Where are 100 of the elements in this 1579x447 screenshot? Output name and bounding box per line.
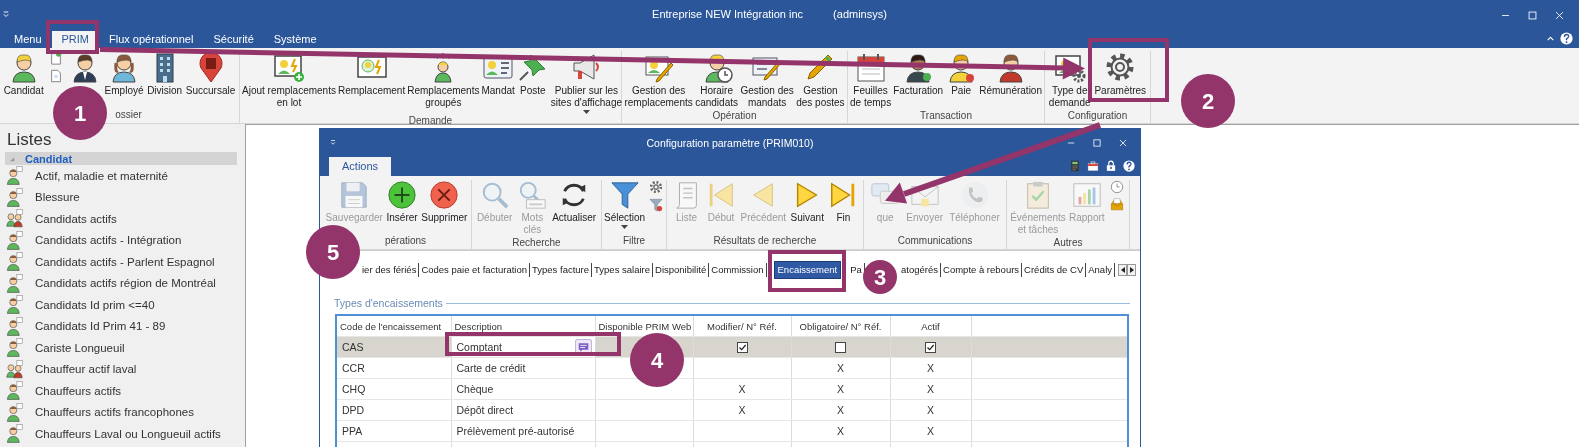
list-item[interactable]: Candidats Id Prim 41 - 89: [0, 315, 243, 337]
ribbon-button[interactable]: Ajout remplacements en lot: [241, 51, 337, 109]
ribbon-button[interactable]: Rémunération: [978, 51, 1043, 97]
page-tab[interactable]: Analy: [1086, 263, 1115, 277]
list-item[interactable]: Cariste Longueuil: [0, 337, 243, 359]
page-tab[interactable]: Crédits de CV: [1022, 263, 1087, 277]
ribbon-button[interactable]: Feuilles de temps: [849, 51, 893, 109]
checkbox[interactable]: [925, 342, 936, 354]
page-tab[interactable]: Types salaire: [592, 263, 654, 277]
help-icon[interactable]: [1123, 160, 1135, 172]
list-item[interactable]: Candidats actifs région de Montréal: [0, 272, 243, 294]
lock-icon[interactable]: [1105, 160, 1117, 172]
step-marker: 3: [863, 260, 897, 294]
person-icon: [5, 338, 24, 358]
person-icon: [5, 316, 24, 336]
table-cell: X: [890, 357, 971, 379]
list-item[interactable]: Chauffeurs actifs: [0, 380, 243, 402]
clock-icon[interactable]: [1109, 180, 1124, 194]
ribbon-button[interactable]: Remplacement: [336, 51, 407, 97]
ribbon-button[interactable]: Paramètres: [1093, 51, 1148, 97]
window-title: Entreprise NEW Intégration inc: [652, 8, 804, 20]
ribbon-button[interactable]: Gestion des postes: [795, 51, 846, 109]
menu-tab[interactable]: Flux opérationnel: [99, 31, 204, 48]
briefcase-icon[interactable]: [1087, 160, 1099, 172]
list-item[interactable]: Chauffeur actif laval: [0, 358, 243, 380]
menu-tab[interactable]: Menu: [4, 31, 52, 48]
settings-icon[interactable]: [649, 180, 664, 194]
document-icon[interactable]: [49, 51, 64, 65]
ribbon-button[interactable]: Horaire candidats: [694, 51, 739, 109]
ribbon-button[interactable]: Paie: [944, 51, 979, 97]
collapse-icon[interactable]: [1546, 34, 1555, 43]
ribbon-button[interactable]: Succursale: [184, 51, 237, 97]
list-item[interactable]: Actif, maladie et maternité: [0, 165, 243, 187]
list-item[interactable]: Chauffeurs actifs francophones: [0, 401, 243, 423]
checkbox[interactable]: [736, 342, 748, 354]
ribbon-button[interactable]: Supprimer: [420, 180, 469, 224]
person-icon: [5, 295, 24, 315]
page-tab[interactable]: Compte à rebours: [941, 263, 1023, 277]
list-item[interactable]: Blessure: [0, 186, 243, 208]
ribbon-tab[interactable]: Actions: [329, 157, 392, 176]
ribbon-button[interactable]: Gestion des mandats: [739, 51, 795, 109]
table-cell: Prélèvement pré-autorisé: [451, 420, 595, 442]
panel-title: Listes: [7, 130, 52, 150]
ribbon-button[interactable]: Gestion des remplacements: [623, 51, 694, 109]
ribbon-button[interactable]: Publier sur les sites d'affichage: [549, 51, 624, 114]
highlight-frame: [46, 20, 99, 54]
page-tab[interactable]: atogérés: [899, 263, 942, 277]
maximize-icon[interactable]: [1092, 137, 1102, 148]
inbox-icon[interactable]: [1109, 198, 1124, 212]
table-cell: CCR: [336, 357, 451, 379]
ribbon-button[interactable]: Division: [146, 51, 184, 97]
group-label: Opération: [712, 109, 757, 123]
list-item[interactable]: Chauffeurs Laval ou Longueuil actifs: [0, 423, 243, 445]
column-header[interactable]: Modifier/ N° Réf.: [693, 315, 791, 337]
quick-access-icon[interactable]: [328, 137, 338, 148]
group-label: Configuration: [1067, 109, 1128, 123]
list-item[interactable]: Candidats actifs: [0, 208, 243, 230]
ribbon-button[interactable]: Facturation: [892, 51, 945, 97]
calculator-icon[interactable]: [1069, 160, 1081, 172]
step-marker: 4: [630, 333, 684, 387]
table-cell: Chèque: [451, 378, 595, 400]
close-icon[interactable]: [1554, 9, 1565, 21]
group-label: Filtre: [622, 234, 646, 248]
list-item[interactable]: Candidats actifs - Parlent Espagnol: [0, 251, 243, 273]
document-icon[interactable]: [49, 69, 64, 83]
close-icon[interactable]: [1118, 137, 1128, 148]
scroll-left-button[interactable]: [1118, 264, 1127, 276]
ribbon-button[interactable]: Sélection: [603, 180, 647, 229]
filter-icon[interactable]: [649, 198, 664, 212]
page-tab[interactable]: Disponibilité: [653, 263, 710, 277]
page-tab[interactable]: Codes paie et facturation: [419, 263, 530, 277]
page-tab[interactable]: Encaissement: [773, 261, 842, 279]
ribbon-button[interactable]: Actualiser: [551, 180, 598, 224]
page-tab[interactable]: ier des fériés: [360, 263, 420, 277]
ribbon-button[interactable]: Candidat: [2, 51, 45, 97]
page-tab[interactable]: Commission: [709, 263, 767, 277]
column-header[interactable]: Actif: [890, 315, 971, 337]
tree-header[interactable]: Candidat: [5, 152, 237, 165]
maximize-icon[interactable]: [1527, 9, 1538, 21]
column-header[interactable]: Obligatoire/ N° Réf.: [791, 315, 890, 337]
menu-tab[interactable]: Système: [263, 31, 327, 48]
list-item[interactable]: Candidats Id prim <=40: [0, 294, 243, 316]
ribbon-button[interactable]: Mandat: [480, 51, 516, 97]
menu-tab[interactable]: Sécurité: [203, 31, 264, 48]
caret-icon: [582, 110, 590, 114]
page-tab[interactable]: Types facture: [530, 263, 593, 277]
person-icon: [5, 187, 24, 207]
ribbon-button[interactable]: Remplacements groupés: [406, 51, 481, 109]
checkbox[interactable]: [835, 342, 846, 354]
list-item[interactable]: Candidats actifs - Intégration: [0, 229, 243, 251]
scroll-right-button[interactable]: [1127, 264, 1136, 276]
help-icon[interactable]: [1560, 32, 1573, 45]
column-header[interactable]: Code de l'encaissement: [336, 315, 451, 337]
column-header[interactable]: Description: [451, 315, 595, 337]
table-cell: X: [890, 399, 971, 421]
ribbon-button[interactable]: Poste: [515, 51, 550, 97]
step-marker: 5: [306, 225, 360, 279]
ribbon-button[interactable]: Insérer: [385, 180, 419, 224]
ribbon-button[interactable]: Fin: [827, 180, 860, 224]
ribbon-button[interactable]: Suivant: [789, 180, 825, 224]
